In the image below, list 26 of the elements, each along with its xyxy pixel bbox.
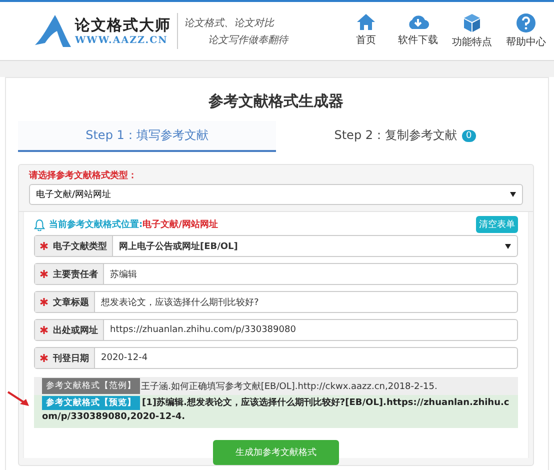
tagline-text: 论文格式、论文对比 <box>184 16 276 30</box>
nav-link[interactable]: 软件下载 <box>398 13 438 49</box>
type-label: 请选择参考文献格式类型： <box>29 169 138 182</box>
preview-label: 参考文献格式【预览】 <box>42 396 140 410</box>
bell-icon <box>34 218 45 230</box>
download-icon <box>407 13 429 31</box>
nav-link[interactable]: 首页 <box>348 13 384 49</box>
example-label: 参考文献格式【范例】 <box>42 378 140 394</box>
cube-icon <box>463 13 481 33</box>
tagline-text: 论文写作做奉翻待 <box>207 34 288 46</box>
count-badge: 0 <box>462 130 476 142</box>
nav-link[interactable]: 功能特点 <box>452 13 492 49</box>
arrow-icon <box>7 391 31 407</box>
logo-title: 论文格式大师 <box>75 16 171 35</box>
help-icon <box>516 13 536 33</box>
caret-icon <box>510 192 516 197</box>
logo-icon <box>33 13 73 49</box>
home-icon <box>356 13 376 31</box>
format-location-text: 当前参考文献格式位置:电子文献/网站网址 <box>49 218 218 231</box>
page-title: 参考文献格式生成器 <box>208 92 344 111</box>
step-tab[interactable]: Step 1：填写参考文献 <box>18 121 276 152</box>
logo-url: WWW.AAZZ.CN <box>75 35 169 46</box>
type-select[interactable]: 电子文献/网站网址 <box>29 184 523 205</box>
preview-text: 参考文献格式【预览】 [1]苏编辑.想发表论文，应该选择什么期刊比较好?[EB/OL].https://zhuanlan.zhihu.com/p/330389080,2020-12-4. <box>42 397 510 424</box>
nav-link[interactable]: 帮助中心 <box>506 13 546 49</box>
example-text: 王子涵.如何正确填写参考文献[EB/OL].http://ckwx.aazz.cn,2018-2-15. <box>141 380 438 392</box>
